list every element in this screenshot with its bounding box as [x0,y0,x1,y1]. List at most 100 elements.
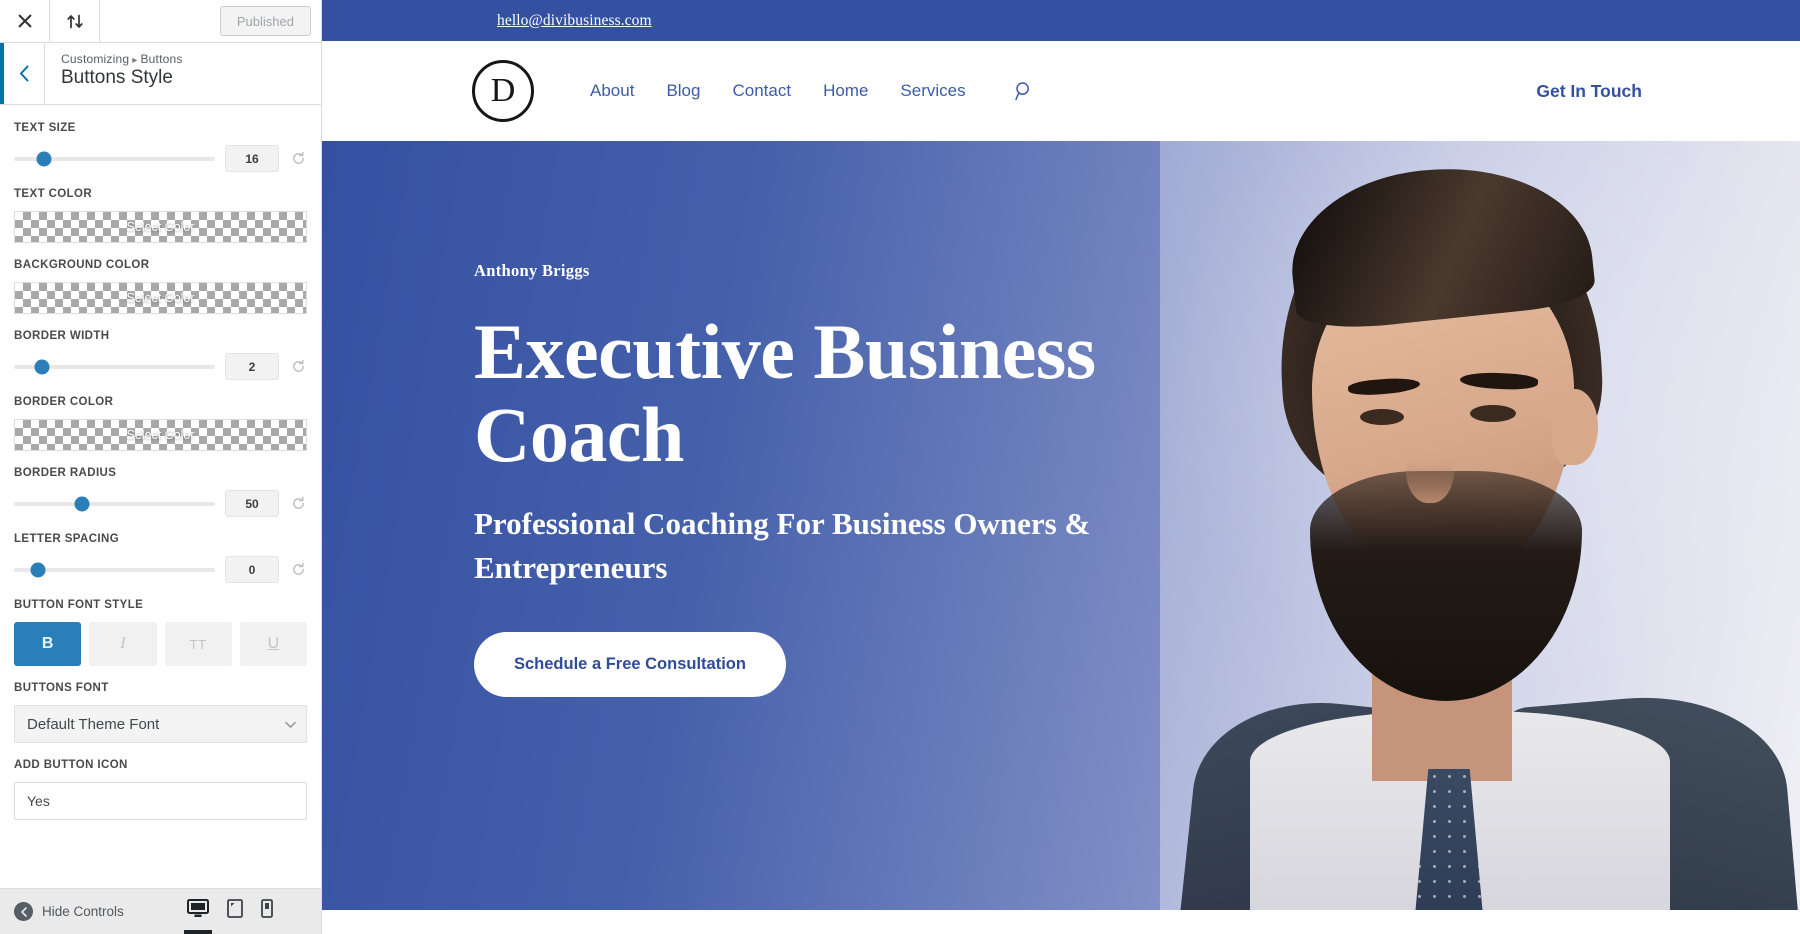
control-label: TEXT SIZE [14,122,76,134]
select-color-label: Select Color [126,428,195,442]
hero-portrait-image [1160,141,1800,910]
search-icon[interactable] [1014,81,1034,101]
select-color-label: Select Color [126,220,195,234]
add-button-icon-select[interactable]: Yes [14,782,307,820]
control-add-button-icon: ADD BUTTON ICON Yes [14,759,307,820]
hero-subtitle: Professional Coaching For Business Owner… [474,506,1091,586]
close-icon[interactable] [0,0,50,42]
customizer-topbar: Published [0,0,321,43]
breadcrumb: Customizing ▸ Buttons [61,52,183,66]
slider-handle[interactable] [36,151,52,166]
customizer-sidebar: Published Customizing ▸ Buttons Buttons St… [0,0,322,934]
font-style-bold-button[interactable]: B [14,622,82,666]
control-text-color: TEXT COLOR Select Color [14,188,307,243]
back-button[interactable] [0,43,45,104]
control-label: BORDER RADIUS [14,467,117,479]
font-style-toggle-group: B I TT U [14,622,307,666]
letter-spacing-slider[interactable] [14,562,215,577]
background-color-picker[interactable]: Select Color [14,282,307,314]
control-border-width: BORDER WIDTH 2 [14,330,307,380]
slider-handle[interactable] [34,359,50,374]
reset-icon[interactable] [289,562,307,577]
site-logo[interactable]: D [472,60,534,122]
border-color-picker[interactable]: Select Color [14,419,307,451]
slider-row: 0 [14,556,307,583]
chevron-down-icon [285,716,296,733]
breadcrumb-separator-icon: ▸ [132,55,138,66]
reset-icon[interactable] [289,359,307,374]
customizer-app: Published Customizing ▸ Buttons Buttons St… [0,0,1800,934]
control-border-radius: BORDER RADIUS 50 [14,467,307,517]
text-color-picker[interactable]: Select Color [14,211,307,243]
portrait-beard [1310,471,1582,701]
customizer-titles: Customizing ▸ Buttons Buttons Style [45,43,183,104]
portrait-eye-left [1360,409,1404,425]
nav-item-blog[interactable]: Blog [666,81,700,101]
control-letter-spacing: LETTER SPACING 0 [14,533,307,583]
device-tablet-button[interactable] [227,898,243,925]
border-radius-value[interactable]: 50 [225,490,279,517]
nav-item-contact[interactable]: Contact [732,81,791,101]
select-color-label: Select Color [126,291,195,305]
control-label: BACKGROUND COLOR [14,259,150,271]
device-preview-group [187,898,307,925]
buttons-font-select[interactable]: Default Theme Font [14,705,307,743]
site-topbar: hello@divibusiness.com [322,0,1800,41]
customizer-controls-panel: TEXT SIZE 16 TEXT COLOR Select Color BAC… [0,106,321,888]
site-header-nav: D About Blog Contact Home Services Get I… [322,41,1800,141]
control-label: TEXT COLOR [14,188,93,200]
font-style-underline-button[interactable]: U [239,622,307,666]
portrait-eye-right [1470,405,1516,422]
control-label: BUTTON FONT STYLE [14,599,144,611]
hero-kicker: Anthony Briggs [474,261,590,280]
border-width-slider[interactable] [14,359,215,374]
customizer-section-header: Customizing ▸ Buttons Buttons Style [0,43,321,105]
breadcrumb-current: Buttons [140,52,183,66]
customizer-footer: Hide Controls [0,888,321,934]
publish-button[interactable]: Published [219,6,311,36]
buttons-font-value: Default Theme Font [27,715,160,733]
reset-icon[interactable] [289,496,307,511]
nav-item-about[interactable]: About [590,81,634,101]
hero-cta-button[interactable]: Schedule a Free Consultation [474,632,786,698]
breadcrumb-root[interactable]: Customizing [61,52,129,66]
letter-spacing-value[interactable]: 0 [225,556,279,583]
slider-row: 16 [14,145,307,172]
control-text-size: TEXT SIZE 16 [14,122,307,172]
primary-menu: About Blog Contact Home Services [590,81,1034,101]
nav-item-services[interactable]: Services [900,81,965,101]
site-content-below-fold [322,910,1800,934]
control-label: LETTER SPACING [14,533,120,545]
control-background-color: BACKGROUND COLOR Select Color [14,259,307,314]
changeset-toggle-icon[interactable] [50,0,100,42]
control-label: BORDER COLOR [14,396,114,408]
nav-item-home[interactable]: Home [823,81,868,101]
reset-icon[interactable] [289,151,307,166]
collapse-arrow-icon [14,902,33,921]
device-mobile-button[interactable] [261,898,273,925]
device-desktop-button[interactable] [187,898,209,925]
font-style-italic-button[interactable]: I [89,622,157,666]
control-border-color: BORDER COLOR Select Color [14,396,307,451]
border-width-value[interactable]: 2 [225,353,279,380]
slider-row: 50 [14,490,307,517]
hide-controls-button[interactable]: Hide Controls [14,902,124,921]
add-button-icon-value: Yes [27,793,50,809]
control-label: BUTTONS FONT [14,682,109,694]
hero-section: Anthony Briggs Executive Business Coach … [322,141,1800,910]
control-buttons-font: BUTTONS FONT Default Theme Font [14,682,307,743]
text-size-value[interactable]: 16 [225,145,279,172]
border-radius-slider[interactable] [14,496,215,511]
control-label: BORDER WIDTH [14,330,110,342]
slider-handle[interactable] [74,496,90,511]
slider-handle[interactable] [30,562,46,577]
text-size-slider[interactable] [14,151,215,166]
get-in-touch-button[interactable]: Get In Touch [1536,81,1642,102]
email-link[interactable]: hello@divibusiness.com [497,12,652,30]
portrait-ear [1552,389,1598,465]
font-style-uppercase-button[interactable]: TT [164,622,232,666]
hero-title: Executive Business Coach [474,308,1096,478]
slider-row: 2 [14,353,307,380]
portrait-nose [1406,431,1454,503]
